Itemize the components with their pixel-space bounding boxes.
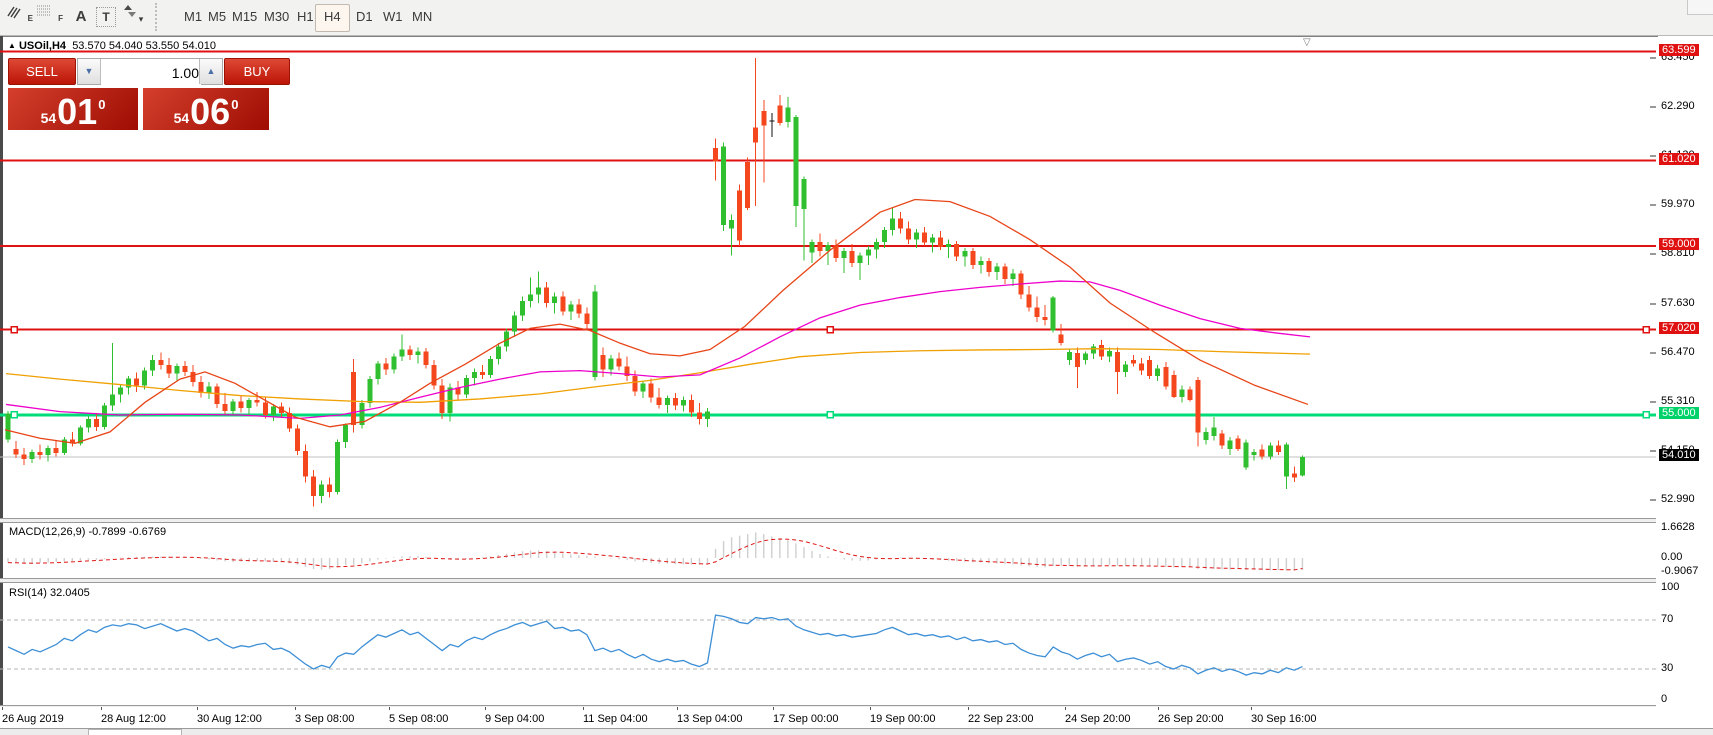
timeframe-button-h4[interactable]: H4 [315,4,350,32]
time-label: 30 Sep 16:00 [1251,713,1316,725]
price-line-badge: 63.599 [1659,44,1699,56]
price-tick-label: 56.470 [1661,346,1695,358]
price-tick-label: 55.310 [1661,395,1695,407]
sell-button[interactable]: SELL [8,58,76,85]
buy-price-sup: 0 [231,97,238,112]
time-tick [1251,707,1252,710]
time-tick [389,707,390,710]
toolbar: E F A T ▾ M1M5M15M30H1H4D1W1MN [0,0,1713,36]
time-tick [2,707,3,710]
rsi-indicator-label: RSI(14) 32.0405 [9,587,90,599]
bottom-scroll-strip[interactable] [0,728,1713,735]
ohlc-open: 53.570 [72,40,106,52]
indicator-axis-label: 100 [1661,581,1679,593]
time-label: 28 Aug 12:00 [101,713,166,725]
buy-price-panel[interactable]: 54 06 0 [143,88,269,130]
time-tick [101,707,102,710]
time-axis[interactable]: 26 Aug 2019 28 Aug 12:00 30 Aug 12:00 3 Sep… [0,707,1656,728]
price-tick-label: 52.990 [1661,493,1695,505]
collapse-triangle-icon[interactable]: ▲ [8,41,16,50]
indicator-axis-label: 1.6628 [1661,521,1695,533]
time-tick [1158,707,1159,710]
time-tick [773,707,774,710]
time-label: 13 Sep 04:00 [677,713,742,725]
sell-price-small: 54 [41,110,57,126]
icon-sub-label: F [58,6,63,32]
indicator-axis-label: 0 [1661,693,1667,705]
time-label: 22 Sep 23:00 [968,713,1033,725]
price-tick-label: 59.970 [1661,198,1695,210]
buy-price-small: 54 [174,110,190,126]
price-tick-label: 57.630 [1661,297,1695,309]
time-tick [1065,707,1066,710]
time-label: 5 Sep 08:00 [389,713,448,725]
macd-panel-chart[interactable] [0,521,1656,578]
chart-shift-marker-icon[interactable]: ▽ [1303,37,1311,48]
text-label-icon[interactable]: A [68,4,94,30]
price-tick-label: 62.290 [1661,100,1695,112]
indicator-axis-label: 0.00 [1661,551,1682,563]
time-tick [485,707,486,710]
ohlc-low: 53.550 [146,40,180,52]
time-tick [870,707,871,710]
time-tick [968,707,969,710]
time-label: 30 Aug 12:00 [197,713,262,725]
time-tick [295,707,296,710]
bottom-scroll-thumb[interactable] [88,729,182,735]
timeframe-button-mn[interactable]: MN [404,4,440,30]
time-tick [197,707,198,710]
sell-price-sup: 0 [98,97,105,112]
buy-price-big: 06 [190,94,230,130]
time-label: 3 Sep 08:00 [295,713,354,725]
one-click-trading-widget: SELL ▼ ▲ BUY 54 01 0 54 06 0 [8,58,290,130]
text-box-icon[interactable]: T [96,7,116,27]
panel-separator[interactable] [0,518,1656,523]
ohlc-high: 54.040 [109,40,143,52]
symbol-info-bar: ▲ USOil,H4 53.570 54.040 53.550 54.010 [8,40,216,52]
chart-mode-icon[interactable]: E [6,4,32,30]
time-label: 26 Aug 2019 [2,713,64,725]
icon-sub-label: E [28,6,33,32]
sell-price-big: 01 [57,94,97,130]
volume-stepper: ▼ ▲ [77,58,223,85]
symbol-period-label: USOil,H4 [19,40,66,52]
macd-indicator-label: MACD(12,26,9) -0.7899 -0.6769 [9,526,166,538]
indicator-grid-icon[interactable]: F [36,4,62,30]
time-label: 17 Sep 00:00 [773,713,838,725]
time-label: 9 Sep 04:00 [485,713,544,725]
rsi-panel-chart[interactable] [0,582,1656,706]
volume-increase-button[interactable]: ▲ [199,59,222,84]
trading-platform-window: E F A T ▾ M1M5M15M30H1H4D1W1MN ▲ USOil,H… [0,0,1713,735]
toolbar-separator [155,3,157,31]
time-label: 26 Sep 20:00 [1158,713,1223,725]
order-arrows-icon[interactable]: ▾ [124,4,158,30]
time-label: 19 Sep 00:00 [870,713,935,725]
indicator-axis-label: 70 [1661,613,1673,625]
indicator-axis-label: 30 [1661,662,1673,674]
time-label: 11 Sep 04:00 [583,713,648,725]
time-tick [583,707,584,710]
indicator-axis-label: -0.9067 [1661,565,1698,577]
ohlc-close: 54.010 [182,40,216,52]
buy-button[interactable]: BUY [224,58,290,85]
price-line-badge: 61.020 [1659,153,1699,165]
price-line-badge: 59.000 [1659,238,1699,250]
window-corner-box [1687,0,1713,15]
price-line-badge: 57.020 [1659,322,1699,334]
price-line-badge: 54.010 [1659,449,1699,461]
volume-decrease-button[interactable]: ▼ [78,59,101,84]
time-label: 24 Sep 20:00 [1065,713,1130,725]
time-tick [677,707,678,710]
sell-price-panel[interactable]: 54 01 0 [8,88,138,130]
price-line-badge: 55.000 [1659,407,1699,419]
panel-separator[interactable] [0,578,1656,583]
volume-input[interactable] [101,59,201,86]
price-axis[interactable]: 63.45062.29061.13059.97058.81057.63056.4… [1658,36,1713,706]
